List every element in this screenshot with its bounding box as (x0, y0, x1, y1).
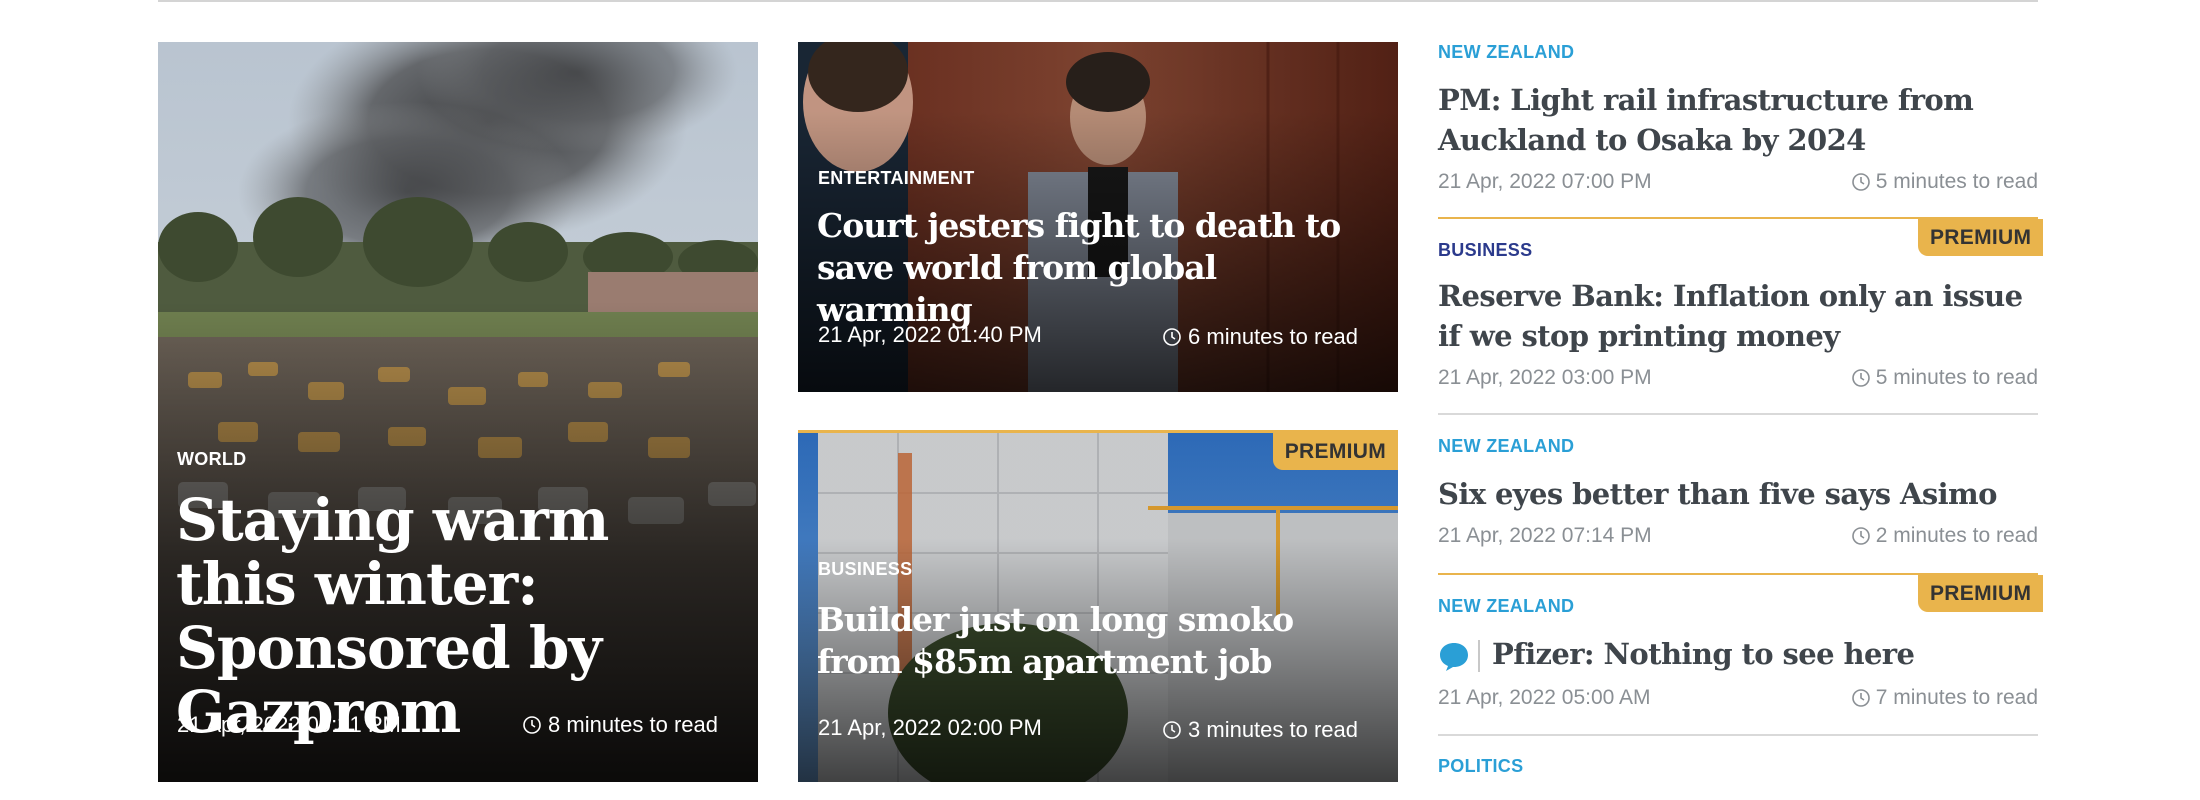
feature-card-business[interactable]: PREMIUM BUSINESS Builder just on long sm… (798, 430, 1398, 782)
read-time-text: 5 minutes to read (1875, 366, 2038, 389)
clock-icon (523, 716, 541, 734)
card-category[interactable]: BUSINESS (818, 559, 912, 580)
comment-bubble-icon (1440, 643, 1468, 671)
clock-icon (1851, 689, 1870, 707)
premium-badge: PREMIUM (1272, 433, 1398, 470)
card-category[interactable]: WORLD (177, 449, 246, 470)
card-read-time: 6 minutes to read (1162, 324, 1358, 350)
list-divider (1438, 734, 2038, 736)
list-title[interactable]: PM: Light rail infrastructure from Auckl… (1438, 80, 2038, 160)
read-time-text: 8 minutes to read (548, 712, 718, 737)
list-title[interactable]: Pfizer: Nothing to see here (1492, 634, 2032, 674)
read-time-text: 5 minutes to read (1875, 170, 2038, 193)
card-date: 21 Apr, 2022 02:00 PM (818, 715, 1042, 740)
list-item[interactable]: NEW ZEALAND PM: Light rail infrastructur… (1438, 40, 2038, 200)
title-divider (1478, 640, 1480, 672)
card-date: 21 Apr, 2022 01:40 PM (818, 322, 1042, 347)
read-time-text: 3 minutes to read (1188, 717, 1358, 742)
clock-icon (1163, 721, 1181, 739)
card-date: 21 Apr, 2022 09:31 PM (177, 712, 401, 737)
list-read-time: 2 minutes to read (1851, 524, 2038, 548)
clock-icon (1851, 369, 1870, 387)
top-divider (158, 0, 2038, 2)
list-category[interactable]: POLITICS (1438, 756, 1523, 777)
list-read-time: 7 minutes to read (1851, 686, 2038, 710)
feature-card-world[interactable]: WORLD Staying warm this winter: Sponsore… (158, 42, 758, 782)
feature-card-entertainment[interactable]: ENTERTAINMENT Court jesters fight to dea… (798, 42, 1398, 392)
list-date: 21 Apr, 2022 07:00 PM (1438, 170, 1652, 193)
clock-icon (1851, 173, 1870, 191)
list-date: 21 Apr, 2022 05:00 AM (1438, 686, 1651, 709)
list-item[interactable]: POLITICS (1438, 754, 2038, 794)
card-headline[interactable]: Staying warm this winter: Sponsored by G… (176, 488, 716, 744)
read-time-text: 2 minutes to read (1875, 524, 2038, 547)
card-headline[interactable]: Court jesters fight to death to save wor… (817, 205, 1377, 331)
clock-icon (1163, 328, 1181, 346)
list-category[interactable]: BUSINESS (1438, 240, 1532, 261)
list-category[interactable]: NEW ZEALAND (1438, 596, 1574, 617)
list-item[interactable]: NEW ZEALAND Six eyes better than five sa… (1438, 434, 2038, 554)
list-date: 21 Apr, 2022 07:14 PM (1438, 524, 1652, 547)
list-date: 21 Apr, 2022 03:00 PM (1438, 366, 1652, 389)
list-item[interactable]: BUSINESS Reserve Bank: Inflation only an… (1438, 238, 2038, 398)
list-category[interactable]: NEW ZEALAND (1438, 42, 1574, 63)
clock-icon (1851, 527, 1870, 545)
list-read-time: 5 minutes to read (1851, 366, 2038, 390)
card-category[interactable]: ENTERTAINMENT (818, 168, 975, 189)
list-title[interactable]: Six eyes better than five says Asimo (1438, 474, 2038, 514)
card-headline[interactable]: Builder just on long smoko from $85m apa… (817, 599, 1377, 683)
list-read-time: 5 minutes to read (1851, 170, 2038, 194)
card-read-time: 3 minutes to read (1162, 717, 1358, 743)
card-read-time: 8 minutes to read (522, 712, 718, 738)
read-time-text: 6 minutes to read (1188, 324, 1358, 349)
list-divider (1438, 413, 2038, 415)
list-category[interactable]: NEW ZEALAND (1438, 436, 1574, 457)
read-time-text: 7 minutes to read (1875, 686, 2038, 709)
list-title[interactable]: Reserve Bank: Inflation only an issue if… (1438, 276, 2038, 356)
list-item[interactable]: NEW ZEALAND Pfizer: Nothing to see here … (1438, 594, 2038, 724)
